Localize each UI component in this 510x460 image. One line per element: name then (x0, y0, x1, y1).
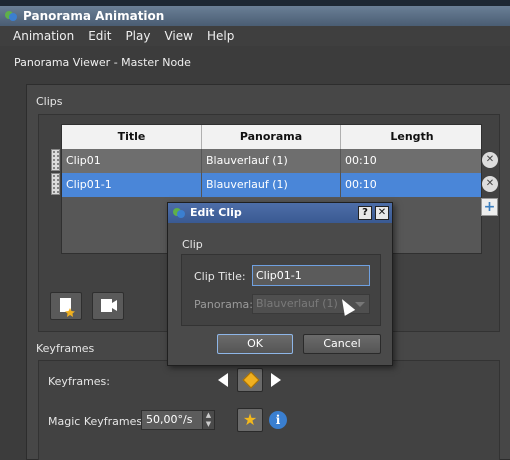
cell-panorama: Blauverlauf (1) (202, 173, 341, 197)
next-keyframe-icon[interactable] (271, 373, 281, 387)
table-row[interactable]: Clip01 Blauverlauf (1) 00:10 (62, 149, 481, 173)
menu-view[interactable]: View (164, 29, 192, 43)
row-drag-handle[interactable] (51, 149, 60, 171)
window-title: Panorama Animation (23, 9, 165, 23)
menu-edit[interactable]: Edit (88, 29, 111, 43)
row-drag-handle[interactable] (51, 173, 60, 195)
video-clip-icon (101, 299, 117, 312)
ok-button[interactable]: OK (217, 334, 293, 354)
cell-title: Clip01-1 (62, 173, 202, 197)
clips-group-label: Clips (36, 95, 63, 108)
dialog-title: Edit Clip (190, 206, 242, 219)
app-icon (5, 11, 17, 21)
new-clip-button[interactable] (50, 292, 82, 320)
cell-title: Clip01 (62, 149, 202, 173)
help-button[interactable]: ? (358, 206, 372, 220)
app-icon (173, 208, 185, 218)
clip-title-label: Clip Title: (194, 270, 246, 283)
viewer-title: Panorama Viewer - Master Node (14, 56, 191, 69)
clip-video-button[interactable] (92, 292, 124, 320)
add-keyframe-button[interactable] (237, 368, 263, 392)
remove-clip-icon[interactable]: ✕ (482, 152, 498, 168)
magic-keyframes-label: Magic Keyframes: (48, 415, 146, 428)
menu-animation[interactable]: Animation (13, 29, 74, 43)
magic-keyframe-star-button[interactable]: ★ (237, 408, 263, 432)
panorama-select-value: Blauverlauf (1) (256, 297, 338, 310)
chevron-down-icon (355, 302, 365, 307)
cancel-button[interactable]: Cancel (303, 334, 381, 354)
magic-keyframes-spinbox[interactable]: 50,00°/s ▲ ▼ (141, 410, 215, 430)
cell-panorama: Blauverlauf (1) (202, 149, 341, 173)
edit-clip-dialog: Edit Clip ? ✕ Clip Clip Title: Clip01-1 … (167, 202, 393, 366)
clip-group-label: Clip (182, 238, 203, 251)
info-icon[interactable]: i (269, 411, 287, 429)
table-header: Title Panorama Length (62, 125, 481, 149)
add-clip-button[interactable]: + (481, 198, 498, 216)
column-header-length[interactable]: Length (341, 125, 483, 149)
clip-title-input[interactable]: Clip01-1 (252, 265, 370, 286)
column-header-title[interactable]: Title (62, 125, 202, 149)
previous-keyframe-icon[interactable] (218, 373, 228, 387)
cell-length: 00:10 (345, 178, 377, 191)
close-button[interactable]: ✕ (375, 206, 389, 220)
keyframes-group-label: Keyframes (36, 342, 95, 355)
menubar: Animation Edit Play View Help (0, 26, 510, 46)
window-titlebar: Panorama Animation (0, 6, 510, 26)
remove-clip-icon[interactable]: ✕ (482, 176, 498, 192)
table-row-selected[interactable]: Clip01-1 Blauverlauf (1) 00:10 (62, 173, 481, 197)
keyframes-label: Keyframes: (48, 375, 110, 388)
menu-play[interactable]: Play (125, 29, 150, 43)
dialog-titlebar: Edit Clip ? ✕ (168, 203, 392, 223)
keyframe-diamond-icon (242, 371, 260, 389)
magic-keyframes-value: 50,00°/s (146, 413, 193, 426)
panorama-label: Panorama: (194, 298, 254, 311)
cell-length: 00:10 (345, 154, 377, 167)
menu-help[interactable]: Help (207, 29, 234, 43)
column-header-panorama[interactable]: Panorama (202, 125, 341, 149)
new-clip-icon (60, 298, 75, 317)
spinbox-arrows-icon[interactable]: ▲ ▼ (202, 411, 214, 429)
